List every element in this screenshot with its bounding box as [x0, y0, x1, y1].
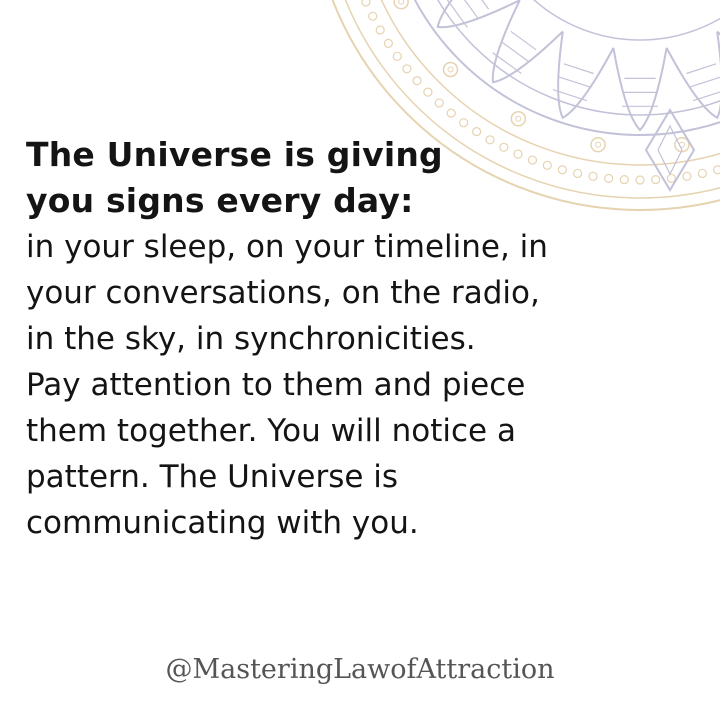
body-line-3: in the sky, in synchronicities.	[26, 321, 476, 357]
body-line-5: them together. You will notice a	[26, 413, 516, 449]
body-line-1: in your sleep, on your timeline, in	[26, 229, 548, 265]
body-line-4: Pay attention to them and piece	[26, 367, 526, 403]
body-line-2: your conversations, on the radio,	[26, 275, 540, 311]
headline-line-1: The Universe is giving	[26, 135, 443, 174]
quote-body: in your sleep, on your timeline, in your…	[26, 224, 706, 546]
body-line-7: communicating with you.	[26, 505, 419, 541]
author-handle: @MasteringLawofAttraction	[165, 654, 555, 685]
body-line-6: pattern. The Universe is	[26, 459, 399, 495]
headline-line-2: you signs every day:	[26, 181, 414, 220]
quote-headline: The Universe is giving you signs every d…	[26, 132, 706, 224]
quote-block: The Universe is giving you signs every d…	[26, 132, 706, 546]
